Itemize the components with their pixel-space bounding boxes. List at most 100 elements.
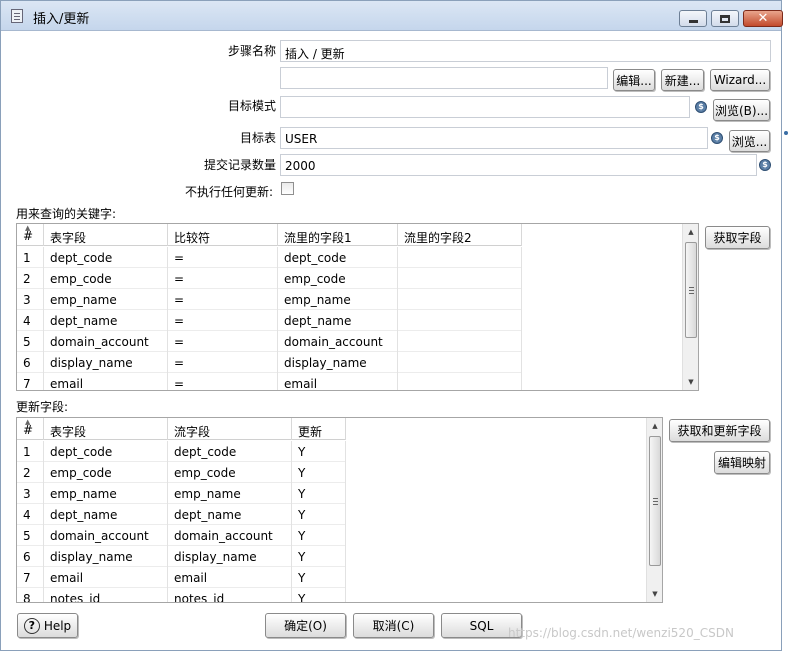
stream-field2-cell[interactable] bbox=[398, 247, 522, 268]
table-field-cell[interactable]: dept_code bbox=[44, 247, 168, 268]
table-row[interactable]: 4 dept_name dept_name Y bbox=[17, 504, 346, 525]
column-header[interactable]: 比较符 bbox=[168, 224, 278, 246]
stream-field1-cell[interactable]: emp_name bbox=[278, 289, 398, 310]
update-flag-cell[interactable]: Y bbox=[292, 483, 346, 504]
table-row[interactable]: 2 emp_code = emp_code bbox=[17, 268, 522, 289]
stream-field1-cell[interactable]: email bbox=[278, 373, 398, 390]
comparator-cell[interactable]: = bbox=[168, 352, 278, 373]
column-header[interactable]: 流里的字段2 bbox=[398, 224, 522, 246]
wizard-button[interactable]: Wizard... bbox=[710, 69, 770, 91]
comparator-cell[interactable]: = bbox=[168, 373, 278, 390]
dollar-variable-icon[interactable]: $ bbox=[711, 132, 723, 144]
scroll-thumb[interactable] bbox=[685, 242, 697, 338]
dollar-variable-icon[interactable]: $ bbox=[759, 159, 771, 171]
stream-field1-cell[interactable]: dept_name bbox=[278, 310, 398, 331]
update-flag-cell[interactable]: Y bbox=[292, 462, 346, 483]
stream-field-cell[interactable]: domain_account bbox=[168, 525, 292, 546]
comparator-cell[interactable]: = bbox=[168, 268, 278, 289]
browse-schema-button[interactable]: 浏览(B)... bbox=[713, 99, 770, 121]
minimize-button[interactable] bbox=[679, 10, 707, 27]
table-row[interactable]: 3 emp_name emp_name Y bbox=[17, 483, 346, 504]
column-header[interactable]: 表字段 bbox=[44, 418, 168, 440]
step-name-input[interactable]: 插入 / 更新 bbox=[280, 40, 771, 62]
maximize-button[interactable] bbox=[711, 10, 739, 27]
column-header[interactable]: ▲ # bbox=[17, 224, 44, 246]
update-flag-cell[interactable]: Y bbox=[292, 504, 346, 525]
table-row[interactable]: 1 dept_code = dept_code bbox=[17, 247, 522, 268]
table-field-cell[interactable]: domain_account bbox=[44, 525, 168, 546]
table-row[interactable]: 1 dept_code dept_code Y bbox=[17, 441, 346, 462]
table-field-cell[interactable]: dept_name bbox=[44, 310, 168, 331]
column-header[interactable]: 更新 bbox=[292, 418, 346, 440]
column-header[interactable]: 流里的字段1 bbox=[278, 224, 398, 246]
edit-mapping-button[interactable]: 编辑映射 bbox=[714, 451, 770, 474]
stream-field-cell[interactable]: emp_code bbox=[168, 462, 292, 483]
table-field-cell[interactable]: emp_code bbox=[44, 462, 168, 483]
scroll-thumb[interactable] bbox=[649, 436, 661, 566]
table-field-cell[interactable]: display_name bbox=[44, 546, 168, 567]
column-header[interactable]: ▲ # bbox=[17, 418, 44, 440]
stream-field1-cell[interactable]: emp_code bbox=[278, 268, 398, 289]
comparator-cell[interactable]: = bbox=[168, 247, 278, 268]
stream-field1-cell[interactable]: domain_account bbox=[278, 331, 398, 352]
update-flag-cell[interactable]: Y bbox=[292, 441, 346, 462]
stream-field-cell[interactable]: dept_name bbox=[168, 504, 292, 525]
vertical-scrollbar[interactable]: ▲ ▼ bbox=[682, 224, 698, 390]
stream-field-cell[interactable]: notes_id bbox=[168, 588, 292, 602]
edit-connection-button[interactable]: 编辑... bbox=[613, 69, 655, 91]
table-field-cell[interactable]: email bbox=[44, 567, 168, 588]
scroll-down-icon[interactable]: ▼ bbox=[647, 586, 662, 602]
stream-field-cell[interactable]: display_name bbox=[168, 546, 292, 567]
table-field-cell[interactable]: dept_code bbox=[44, 441, 168, 462]
comparator-cell[interactable]: = bbox=[168, 310, 278, 331]
column-header[interactable]: 表字段 bbox=[44, 224, 168, 246]
stream-field2-cell[interactable] bbox=[398, 268, 522, 289]
table-field-cell[interactable]: display_name bbox=[44, 352, 168, 373]
table-row[interactable]: 5 domain_account domain_account Y bbox=[17, 525, 346, 546]
commit-size-input[interactable]: 2000 bbox=[280, 154, 757, 176]
title-bar[interactable]: 插入/更新 ✕ bbox=[1, 1, 783, 31]
table-row[interactable]: 7 email email Y bbox=[17, 567, 346, 588]
table-field-cell[interactable]: emp_code bbox=[44, 268, 168, 289]
comparator-cell[interactable]: = bbox=[168, 289, 278, 310]
table-field-cell[interactable]: emp_name bbox=[44, 289, 168, 310]
table-row[interactable]: 8 notes_id notes_id Y bbox=[17, 588, 346, 602]
no-update-checkbox[interactable] bbox=[281, 182, 294, 195]
update-flag-cell[interactable]: Y bbox=[292, 567, 346, 588]
scroll-down-icon[interactable]: ▼ bbox=[683, 374, 698, 390]
update-flag-cell[interactable]: Y bbox=[292, 588, 346, 602]
dollar-variable-icon[interactable]: $ bbox=[695, 101, 707, 113]
stream-field-cell[interactable]: dept_code bbox=[168, 441, 292, 462]
browse-table-button[interactable]: 浏览... bbox=[729, 130, 770, 152]
stream-field2-cell[interactable] bbox=[398, 289, 522, 310]
table-field-cell[interactable]: notes_id bbox=[44, 588, 168, 602]
stream-field-cell[interactable]: emp_name bbox=[168, 483, 292, 504]
target-schema-input[interactable] bbox=[280, 96, 690, 118]
close-button[interactable]: ✕ bbox=[743, 10, 783, 27]
table-row[interactable]: 6 display_name display_name Y bbox=[17, 546, 346, 567]
table-row[interactable]: 2 emp_code emp_code Y bbox=[17, 462, 346, 483]
target-table-input[interactable]: USER bbox=[280, 127, 708, 149]
table-field-cell[interactable]: emp_name bbox=[44, 483, 168, 504]
table-row[interactable]: 4 dept_name = dept_name bbox=[17, 310, 522, 331]
table-row[interactable]: 6 display_name = display_name bbox=[17, 352, 522, 373]
stream-field1-cell[interactable]: display_name bbox=[278, 352, 398, 373]
help-button[interactable]: ? Help bbox=[17, 613, 78, 638]
stream-field-cell[interactable]: email bbox=[168, 567, 292, 588]
new-connection-button[interactable]: 新建... bbox=[661, 69, 704, 91]
table-row[interactable]: 5 domain_account = domain_account bbox=[17, 331, 522, 352]
get-update-fields-button[interactable]: 获取和更新字段 bbox=[669, 419, 770, 442]
stream-field2-cell[interactable] bbox=[398, 331, 522, 352]
table-row[interactable]: 7 email = email bbox=[17, 373, 522, 390]
scroll-up-icon[interactable]: ▲ bbox=[683, 224, 698, 240]
update-flag-cell[interactable]: Y bbox=[292, 546, 346, 567]
comparator-cell[interactable]: = bbox=[168, 331, 278, 352]
stream-field2-cell[interactable] bbox=[398, 310, 522, 331]
vertical-scrollbar[interactable]: ▲ ▼ bbox=[646, 418, 662, 602]
table-row[interactable]: 3 emp_name = emp_name bbox=[17, 289, 522, 310]
table-field-cell[interactable]: dept_name bbox=[44, 504, 168, 525]
update-flag-cell[interactable]: Y bbox=[292, 525, 346, 546]
table-field-cell[interactable]: domain_account bbox=[44, 331, 168, 352]
column-header[interactable]: 流字段 bbox=[168, 418, 292, 440]
get-fields-button[interactable]: 获取字段 bbox=[705, 226, 770, 249]
